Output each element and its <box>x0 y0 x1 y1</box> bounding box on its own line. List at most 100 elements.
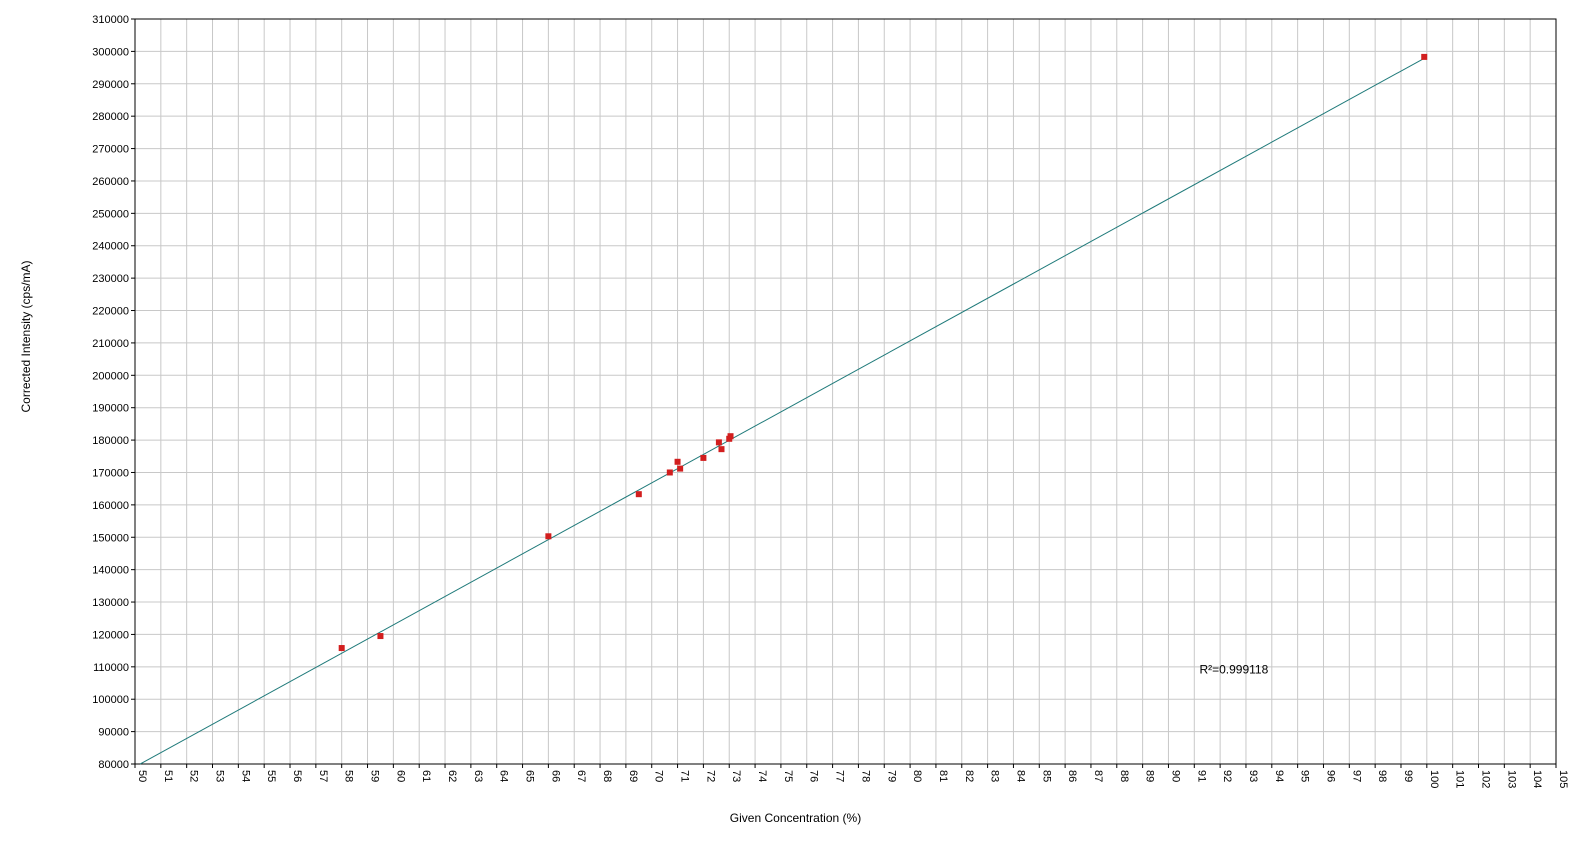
x-tick-label: 78 <box>859 770 871 782</box>
chart-container: 50 51 52 53 54 55 56 57 58 59 60 61 62 63 64 65 66 67 68 69… <box>0 0 1581 844</box>
x-tick-label: 64 <box>498 770 510 782</box>
y-tick-label: 280000 <box>92 111 129 123</box>
x-tick-label: 58 <box>343 770 355 782</box>
x-tick-label: 99 <box>1402 770 1414 782</box>
y-tick-label: 100000 <box>92 694 129 706</box>
x-tick-label: 95 <box>1299 770 1311 782</box>
x-tick-label: 67 <box>575 770 587 782</box>
x-tick-label: 80 <box>911 770 923 782</box>
y-tick-label: 260000 <box>92 176 129 188</box>
x-tick-label: 97 <box>1350 770 1362 782</box>
data-point <box>377 633 384 640</box>
x-tick-label: 101 <box>1454 770 1466 788</box>
x-tick-label: 59 <box>369 770 381 782</box>
y-tick-label: 230000 <box>92 273 129 285</box>
x-tick-label: 105 <box>1557 770 1569 788</box>
x-tick-label: 92 <box>1221 770 1233 782</box>
x-tick-label: 96 <box>1324 770 1336 782</box>
x-axis-title: Given Concentration (%) <box>730 811 861 825</box>
y-tick-label: 140000 <box>92 565 129 577</box>
data-point <box>666 469 673 476</box>
x-tick-label: 100 <box>1428 770 1440 788</box>
y-tick-label: 90000 <box>98 727 129 739</box>
data-point <box>545 533 552 540</box>
y-tick-label: 310000 <box>92 14 129 26</box>
data-point <box>700 454 707 461</box>
x-tick-label: 53 <box>214 770 226 782</box>
x-tick-label: 62 <box>446 770 458 782</box>
regression-line <box>139 56 1428 765</box>
y-tick-label: 130000 <box>92 597 129 609</box>
calibration-chart: 50 51 52 53 54 55 56 57 58 59 60 61 62 63 64 65 66 67 68 69… <box>19 14 1569 825</box>
x-tick-label: 77 <box>834 770 846 782</box>
x-tick-label: 83 <box>989 770 1001 782</box>
x-tick-label: 84 <box>1014 770 1026 782</box>
x-tick-label: 75 <box>782 770 794 782</box>
y-tick-label: 80000 <box>98 759 129 771</box>
x-tick-label: 90 <box>1169 770 1181 782</box>
x-tick-label: 54 <box>239 770 251 782</box>
grid <box>134 18 1557 765</box>
axes <box>131 18 1557 768</box>
r-squared-annotation: R²=0.999118 <box>1199 662 1268 676</box>
x-tick-label: 73 <box>730 770 742 782</box>
y-tick-label: 120000 <box>92 629 129 641</box>
x-tick-label: 98 <box>1376 770 1388 782</box>
x-tick-label: 60 <box>394 770 406 782</box>
y-tick-label: 190000 <box>92 403 129 415</box>
x-tick-label: 79 <box>885 770 897 782</box>
y-tick-label: 290000 <box>92 79 129 91</box>
y-tick-label: 270000 <box>92 144 129 156</box>
x-tick-label: 72 <box>704 770 716 782</box>
x-tick-label: 69 <box>627 770 639 782</box>
y-tick-label: 240000 <box>92 241 129 253</box>
y-tick-label: 170000 <box>92 467 129 479</box>
y-tick-label: 160000 <box>92 500 129 512</box>
x-tick-label: 104 <box>1531 770 1543 788</box>
x-tick-label: 85 <box>1040 770 1052 782</box>
x-tick-label: 50 <box>136 770 148 782</box>
data-point <box>718 446 725 453</box>
x-tick-label: 82 <box>963 770 975 782</box>
x-tick-label: 71 <box>679 770 691 782</box>
y-tick-label: 210000 <box>92 338 129 350</box>
fit-line-layer <box>139 56 1428 765</box>
x-tick-label: 91 <box>1195 770 1207 782</box>
x-tick-label: 52 <box>188 770 200 782</box>
x-tick-label: 94 <box>1273 770 1285 782</box>
x-tick-label: 63 <box>472 770 484 782</box>
y-tick-label: 110000 <box>93 662 129 674</box>
data-point <box>715 439 722 446</box>
data-point <box>1421 53 1428 60</box>
x-tick-label: 88 <box>1118 770 1130 782</box>
x-tick-label: 103 <box>1505 770 1517 788</box>
x-tick-label: 55 <box>265 770 277 782</box>
data-point <box>674 458 681 465</box>
y-tick-label: 250000 <box>92 208 129 220</box>
data-point <box>635 491 642 498</box>
y-tick-label: 150000 <box>92 532 129 544</box>
x-tick-label: 57 <box>317 770 329 782</box>
plot-frame <box>134 18 1557 765</box>
y-tick-label: 200000 <box>92 370 129 382</box>
y-tick-label: 220000 <box>92 306 129 318</box>
x-tick-label: 66 <box>549 770 561 782</box>
x-tick-label: 86 <box>1066 770 1078 782</box>
x-tick-label: 89 <box>1144 770 1156 782</box>
x-tick-label: 81 <box>937 770 949 782</box>
x-tick-label: 56 <box>291 770 303 782</box>
tick-labels: 50 51 52 53 54 55 56 57 58 59 60 61 62 63 64 65 66 67 68 69… <box>92 14 1569 788</box>
x-tick-label: 93 <box>1247 770 1259 782</box>
data-point <box>677 465 684 472</box>
y-axis-title: Corrected Intensity (cps/mA) <box>19 260 33 412</box>
y-tick-label: 300000 <box>92 46 129 58</box>
x-tick-label: 76 <box>808 770 820 782</box>
x-tick-label: 74 <box>756 770 768 782</box>
x-tick-label: 102 <box>1479 770 1491 788</box>
x-tick-label: 70 <box>653 770 665 782</box>
x-tick-label: 61 <box>420 770 432 782</box>
y-tick-label: 180000 <box>92 435 129 447</box>
data-points <box>338 53 1428 652</box>
data-point <box>338 645 345 652</box>
x-tick-label: 51 <box>162 770 174 782</box>
